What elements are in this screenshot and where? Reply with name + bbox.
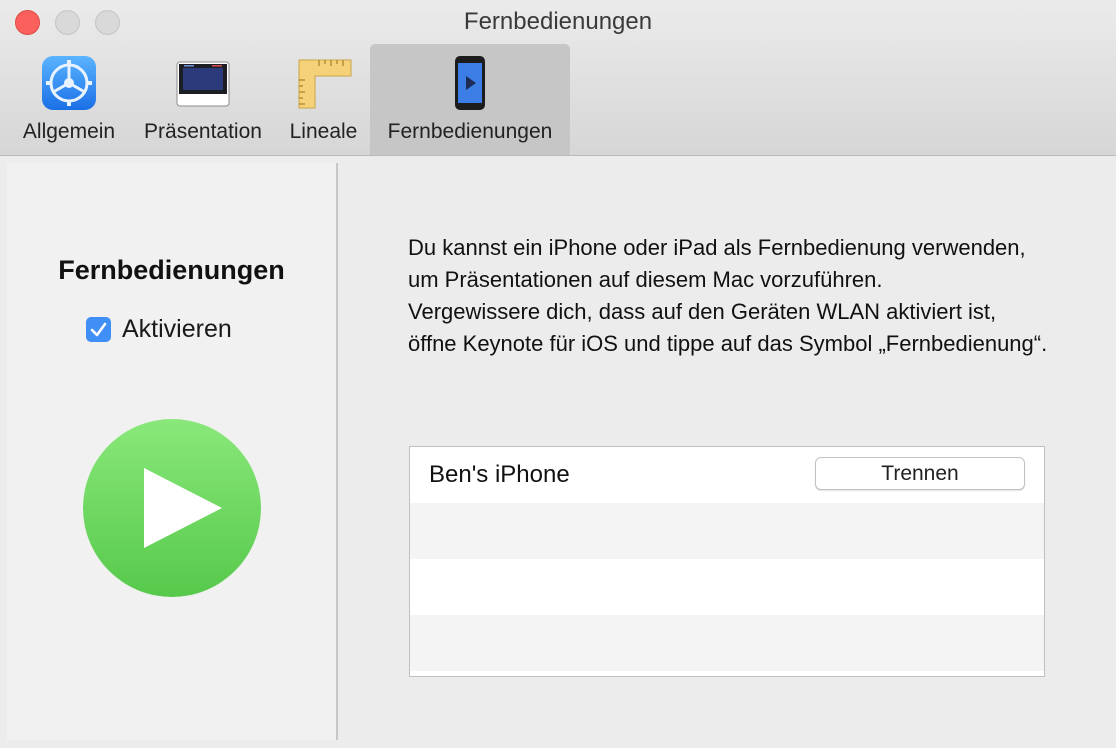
section-heading: Fernbedienungen <box>58 255 285 285</box>
tab-praesentation[interactable]: Präsentation <box>132 44 274 155</box>
play-icon <box>83 419 261 597</box>
gear-icon <box>42 56 96 110</box>
presentation-icon <box>176 61 230 107</box>
instructions-paragraph: Vergewissere dich, dass auf den Geräten … <box>408 299 1048 356</box>
window-title: Fernbedienungen <box>463 8 653 35</box>
ruler-icon <box>298 59 351 109</box>
enable-checkbox[interactable] <box>86 317 111 342</box>
toolbar: Fernbedienungen Allgemein Präsentation L… <box>0 0 1116 156</box>
tab-label: Lineale <box>289 120 358 143</box>
preferences-window: Fernbedienungen Allgemein Präsentation L… <box>0 0 1116 748</box>
empty-row <box>410 503 1044 559</box>
device-name: Ben's iPhone <box>429 461 570 488</box>
device-list: Ben's iPhone Trennen <box>409 446 1045 677</box>
tab-lineale[interactable]: Lineale <box>279 44 368 155</box>
empty-row <box>410 559 1044 615</box>
tab-label: Allgemein <box>22 120 116 143</box>
instructions-paragraph: Du kannst ein iPhone oder iPad als Fernb… <box>408 235 1026 292</box>
tab-fernbedienungen[interactable]: Fernbedienungen <box>370 44 570 155</box>
tab-label: Präsentation <box>144 120 262 143</box>
tab-allgemein[interactable]: Allgemein <box>10 44 128 155</box>
enable-checkbox-label: Aktivieren <box>122 315 232 343</box>
empty-row <box>410 615 1044 671</box>
checkmark-icon <box>90 322 107 337</box>
remote-phone-icon <box>455 56 485 110</box>
disconnect-button[interactable]: Trennen <box>815 457 1025 490</box>
instructions-text: Du kannst ein iPhone oder iPad als Fernb… <box>408 232 1048 360</box>
tab-label: Fernbedienungen <box>387 120 553 143</box>
device-row[interactable]: Ben's iPhone Trennen <box>410 447 1044 503</box>
remote-sidebar: Fernbedienungen Aktivieren <box>7 163 338 740</box>
